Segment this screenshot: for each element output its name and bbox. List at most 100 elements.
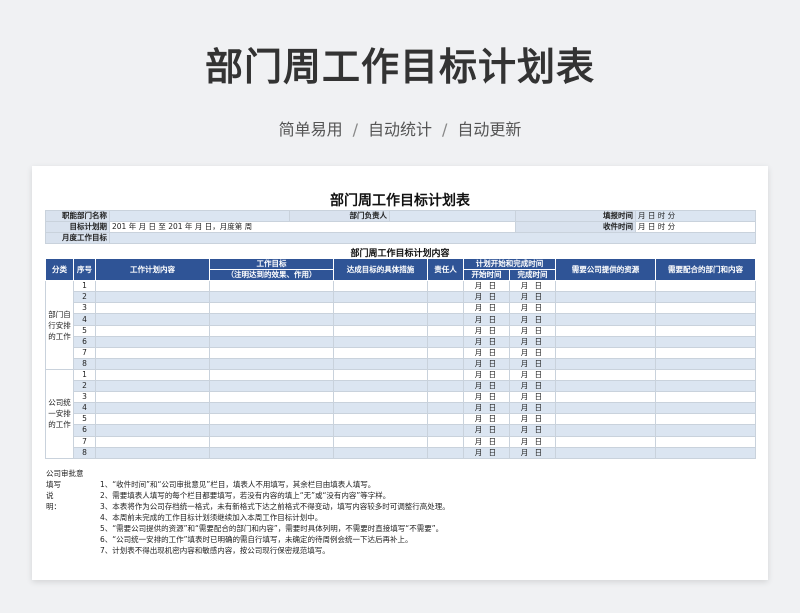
owner-cell[interactable] (427, 435, 464, 448)
coop-cell[interactable] (655, 380, 756, 393)
coop-cell[interactable] (655, 435, 756, 448)
end-time-cell[interactable]: 月 日 (509, 424, 556, 437)
work-content-cell[interactable] (95, 446, 210, 459)
resources-cell[interactable] (555, 402, 656, 415)
measures-cell[interactable] (333, 435, 428, 448)
end-time-cell[interactable]: 月 日 (509, 391, 556, 404)
work-content-cell[interactable] (95, 346, 210, 359)
start-time-cell[interactable]: 月 日 (463, 380, 510, 393)
resources-cell[interactable] (555, 291, 656, 304)
end-time-cell[interactable]: 月 日 (509, 413, 556, 426)
coop-cell[interactable] (655, 368, 756, 382)
start-time-cell[interactable]: 月 日 (463, 413, 510, 426)
work-goal-cell[interactable] (209, 357, 334, 370)
work-goal-cell[interactable] (209, 324, 334, 337)
owner-cell[interactable] (427, 280, 464, 293)
work-goal-cell[interactable] (209, 313, 334, 326)
start-time-cell[interactable]: 月 日 (463, 391, 510, 404)
owner-cell[interactable] (427, 380, 464, 393)
resources-cell[interactable] (555, 302, 656, 315)
work-content-cell[interactable] (95, 357, 210, 370)
owner-cell[interactable] (427, 324, 464, 337)
measures-cell[interactable] (333, 413, 428, 426)
start-time-cell[interactable]: 月 日 (463, 313, 510, 326)
coop-cell[interactable] (655, 357, 756, 370)
work-goal-cell[interactable] (209, 413, 334, 426)
coop-cell[interactable] (655, 391, 756, 404)
coop-cell[interactable] (655, 302, 756, 315)
work-content-cell[interactable] (95, 380, 210, 393)
work-goal-cell[interactable] (209, 280, 334, 293)
resources-cell[interactable] (555, 357, 656, 370)
work-goal-cell[interactable] (209, 368, 334, 382)
work-goal-cell[interactable] (209, 424, 334, 437)
start-time-cell[interactable]: 月 日 (463, 335, 510, 348)
owner-cell[interactable] (427, 313, 464, 326)
start-time-cell[interactable]: 月 日 (463, 280, 510, 293)
work-content-cell[interactable] (95, 280, 210, 293)
coop-cell[interactable] (655, 280, 756, 293)
work-content-cell[interactable] (95, 413, 210, 426)
end-time-cell[interactable]: 月 日 (509, 346, 556, 359)
resources-cell[interactable] (555, 368, 656, 382)
coop-cell[interactable] (655, 446, 756, 459)
measures-cell[interactable] (333, 380, 428, 393)
work-goal-cell[interactable] (209, 446, 334, 459)
resources-cell[interactable] (555, 324, 656, 337)
end-time-cell[interactable]: 月 日 (509, 368, 556, 382)
start-time-cell[interactable]: 月 日 (463, 357, 510, 370)
measures-cell[interactable] (333, 324, 428, 337)
resources-cell[interactable] (555, 424, 656, 437)
measures-cell[interactable] (333, 302, 428, 315)
work-content-cell[interactable] (95, 291, 210, 304)
work-content-cell[interactable] (95, 424, 210, 437)
start-time-cell[interactable]: 月 日 (463, 402, 510, 415)
owner-cell[interactable] (427, 302, 464, 315)
owner-cell[interactable] (427, 413, 464, 426)
work-content-cell[interactable] (95, 402, 210, 415)
resources-cell[interactable] (555, 446, 656, 459)
end-time-cell[interactable]: 月 日 (509, 435, 556, 448)
coop-cell[interactable] (655, 291, 756, 304)
owner-cell[interactable] (427, 357, 464, 370)
measures-cell[interactable] (333, 346, 428, 359)
end-time-cell[interactable]: 月 日 (509, 446, 556, 459)
work-goal-cell[interactable] (209, 402, 334, 415)
start-time-cell[interactable]: 月 日 (463, 324, 510, 337)
measures-cell[interactable] (333, 368, 428, 382)
owner-cell[interactable] (427, 424, 464, 437)
dept-head-field[interactable] (389, 210, 516, 222)
end-time-cell[interactable]: 月 日 (509, 335, 556, 348)
start-time-cell[interactable]: 月 日 (463, 446, 510, 459)
end-time-cell[interactable]: 月 日 (509, 313, 556, 326)
end-time-cell[interactable]: 月 日 (509, 402, 556, 415)
measures-cell[interactable] (333, 391, 428, 404)
start-time-cell[interactable]: 月 日 (463, 346, 510, 359)
work-goal-cell[interactable] (209, 335, 334, 348)
dept-name-field[interactable] (109, 210, 290, 222)
work-goal-cell[interactable] (209, 346, 334, 359)
owner-cell[interactable] (427, 335, 464, 348)
coop-cell[interactable] (655, 346, 756, 359)
work-goal-cell[interactable] (209, 391, 334, 404)
work-content-cell[interactable] (95, 391, 210, 404)
work-goal-cell[interactable] (209, 435, 334, 448)
resources-cell[interactable] (555, 335, 656, 348)
end-time-cell[interactable]: 月 日 (509, 302, 556, 315)
end-time-cell[interactable]: 月 日 (509, 380, 556, 393)
work-goal-cell[interactable] (209, 291, 334, 304)
work-content-cell[interactable] (95, 335, 210, 348)
owner-cell[interactable] (427, 391, 464, 404)
resources-cell[interactable] (555, 380, 656, 393)
measures-cell[interactable] (333, 313, 428, 326)
coop-cell[interactable] (655, 335, 756, 348)
start-time-cell[interactable]: 月 日 (463, 424, 510, 437)
plan-period-field[interactable]: 201 年 月 日 至 201 年 月 日，月度第 周 (109, 221, 516, 233)
end-time-cell[interactable]: 月 日 (509, 291, 556, 304)
measures-cell[interactable] (333, 280, 428, 293)
coop-cell[interactable] (655, 413, 756, 426)
measures-cell[interactable] (333, 357, 428, 370)
measures-cell[interactable] (333, 335, 428, 348)
coop-cell[interactable] (655, 324, 756, 337)
end-time-cell[interactable]: 月 日 (509, 357, 556, 370)
